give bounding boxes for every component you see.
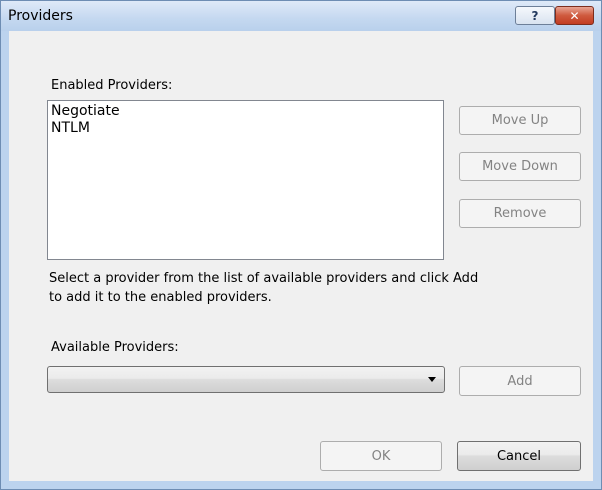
title-bar[interactable]: Providers ? ✕ [1,1,601,31]
ok-button[interactable]: OK [320,441,442,471]
move-down-button[interactable]: Move Down [459,152,581,181]
window-title: Providers [8,8,73,24]
help-icon: ? [531,8,539,23]
list-item[interactable]: NTLM [51,120,440,137]
instructions-line-2: to add it to the enabled providers. [49,290,272,305]
remove-button[interactable]: Remove [459,199,581,228]
cancel-button[interactable]: Cancel [457,441,581,471]
enabled-providers-list[interactable]: Negotiate NTLM [47,100,444,260]
available-providers-dropdown[interactable] [47,366,445,393]
close-icon: ✕ [569,8,580,23]
instructions-line-1: Select a provider from the list of avail… [49,271,479,286]
dialog-body: Enabled Providers: Negotiate NTLM Move U… [9,31,593,481]
help-button[interactable]: ? [515,6,555,25]
instructions-text: Select a provider from the list of avail… [49,269,549,307]
chevron-down-icon [428,377,436,382]
close-button[interactable]: ✕ [555,6,594,25]
list-item[interactable]: Negotiate [51,103,440,120]
providers-dialog: Providers ? ✕ Enabled Providers: Negotia… [0,0,602,490]
move-up-button[interactable]: Move Up [459,106,581,135]
available-providers-label: Available Providers: [51,340,179,355]
enabled-providers-label: Enabled Providers: [51,78,173,93]
add-button[interactable]: Add [459,366,581,396]
